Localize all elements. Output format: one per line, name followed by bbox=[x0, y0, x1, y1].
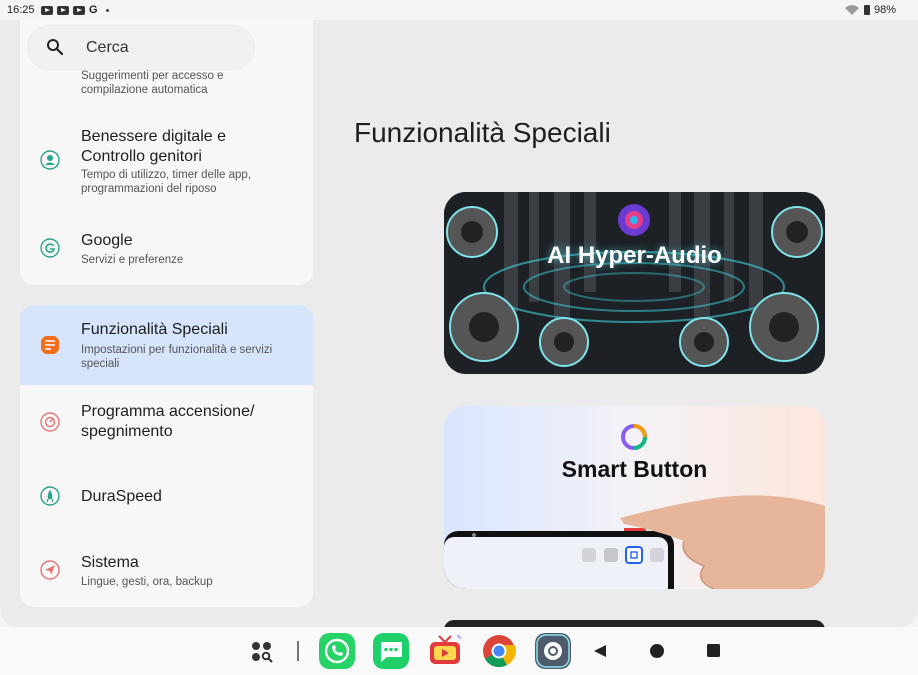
tv-app-icon[interactable] bbox=[427, 633, 463, 669]
youtube-icon bbox=[73, 5, 85, 15]
settings-item-autofill[interactable]: Suggerimenti per accesso e compilazione … bbox=[20, 68, 313, 108]
rocket-icon bbox=[40, 486, 60, 506]
settings-item-title: Programma accensione/ spegnimento bbox=[81, 403, 255, 440]
smart-button-banner[interactable]: Smart Button bbox=[444, 406, 825, 589]
smart-button-illustration bbox=[444, 424, 825, 589]
taskbar-divider bbox=[297, 641, 299, 661]
banner-title: AI Hyper-Audio bbox=[547, 242, 722, 269]
settings-item-subtitle: Impostazioni per funzionalità e servizi … bbox=[81, 344, 273, 370]
system-icons: 98% bbox=[844, 4, 896, 16]
more-notifications-icon bbox=[105, 8, 109, 12]
settings-item-subtitle: Lingue, gesti, ora, backup bbox=[81, 576, 213, 588]
power-schedule-icon bbox=[40, 412, 60, 432]
settings-item-subtitle: Suggerimenti per accesso e compilazione … bbox=[81, 70, 224, 96]
settings-item-title: Funzionalità Speciali bbox=[81, 321, 228, 338]
battery-level: 98% bbox=[873, 4, 896, 16]
page-title: Funzionalità Speciali bbox=[354, 117, 611, 148]
settings-item-title: Sistema bbox=[81, 554, 139, 571]
settings-item-title: Google bbox=[81, 232, 133, 249]
notification-icons: G bbox=[41, 4, 109, 16]
status-bar: 16:25 G 98% bbox=[0, 0, 918, 20]
youtube-icon bbox=[57, 5, 69, 15]
settings-item-title: DuraSpeed bbox=[81, 488, 162, 505]
search-placeholder: Cerca bbox=[86, 39, 129, 56]
settings-item-digital-wellbeing[interactable]: Benessere digitale e Controllo genitori … bbox=[20, 118, 313, 208]
recents-icon[interactable] bbox=[707, 644, 721, 658]
messages-icon[interactable] bbox=[373, 633, 409, 669]
whatsapp-icon[interactable] bbox=[319, 633, 355, 669]
youtube-icon bbox=[41, 5, 53, 15]
settings-app-icon[interactable] bbox=[535, 633, 571, 669]
system-icon bbox=[40, 560, 60, 580]
banner-title: Smart Button bbox=[561, 456, 708, 482]
home-icon[interactable] bbox=[649, 643, 665, 659]
wifi-icon bbox=[844, 4, 859, 15]
digital-wellbeing-icon bbox=[40, 150, 60, 170]
battery-icon bbox=[863, 5, 870, 15]
settings-item-subtitle: Servizi e preferenze bbox=[81, 254, 184, 266]
settings-item-power-schedule[interactable]: Programma accensione/ spegnimento bbox=[20, 387, 313, 457]
app-drawer-icon[interactable] bbox=[250, 640, 274, 664]
ai-hyper-audio-banner[interactable]: AI Hyper-Audio bbox=[444, 192, 825, 374]
back-icon[interactable] bbox=[592, 643, 608, 659]
settings-item-system[interactable]: Sistema Lingue, gesti, ora, backup bbox=[20, 540, 313, 600]
search-icon bbox=[47, 39, 64, 56]
taskbar bbox=[0, 627, 918, 675]
special-features-icon bbox=[41, 336, 59, 354]
settings-item-duraspeed[interactable]: DuraSpeed bbox=[20, 472, 313, 522]
search-bar[interactable]: Cerca bbox=[28, 26, 254, 69]
speakers-illustration bbox=[444, 192, 825, 374]
settings-item-subtitle: Tempo di utilizzo, timer delle app, prog… bbox=[81, 169, 252, 195]
google-notification-icon: G bbox=[89, 4, 98, 16]
chrome-icon[interactable] bbox=[481, 633, 517, 669]
settings-item-google[interactable]: Google Servizi e preferenze bbox=[20, 220, 313, 280]
google-icon bbox=[40, 238, 60, 258]
clock: 16:25 bbox=[7, 4, 35, 16]
settings-item-title: Benessere digitale e Controllo genitori bbox=[81, 128, 226, 165]
settings-item-special-features[interactable]: Funzionalità Speciali Impostazioni per f… bbox=[20, 305, 313, 385]
